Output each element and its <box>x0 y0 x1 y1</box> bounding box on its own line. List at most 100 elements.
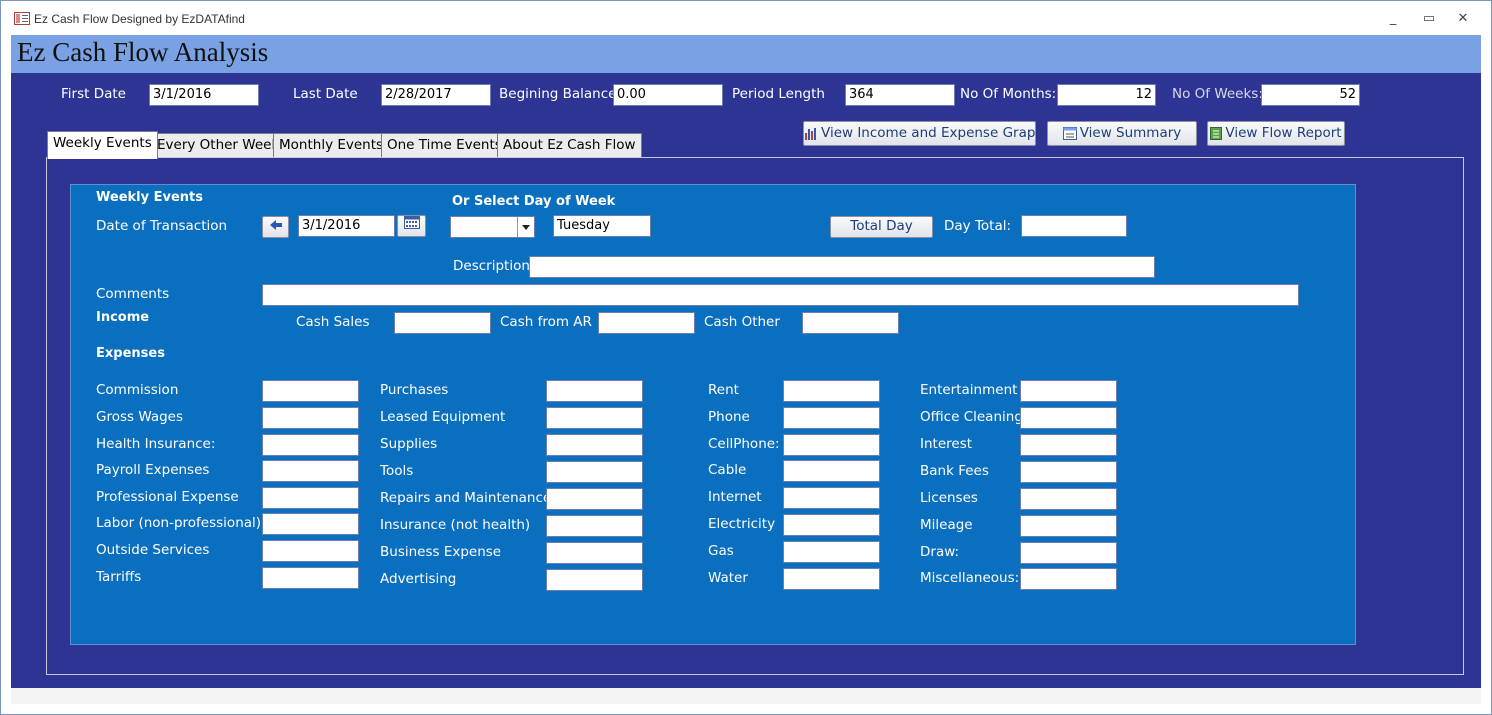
total-day-button[interactable]: Total Day <box>830 216 933 238</box>
expense-field[interactable] <box>262 407 359 429</box>
view-flow-report-button[interactable]: View Flow Report <box>1207 121 1345 146</box>
expense-field[interactable] <box>783 568 880 590</box>
expense-label: Professional Expense <box>96 489 239 505</box>
expense-field[interactable] <box>1020 407 1117 429</box>
last-date-label: Last Date <box>293 86 358 102</box>
first-date-label: First Date <box>61 86 126 102</box>
expense-field[interactable] <box>1020 434 1117 456</box>
report-icon <box>1210 126 1223 140</box>
expense-label: Health Insurance: <box>96 436 216 452</box>
view-flow-report-label: View Flow Report <box>1225 125 1342 141</box>
expense-field[interactable] <box>546 461 643 483</box>
expense-label: Payroll Expenses <box>96 462 210 478</box>
first-date-field[interactable]: 3/1/2016 <box>149 84 259 106</box>
form-icon <box>14 12 30 25</box>
cash-from-ar-field[interactable] <box>598 312 695 334</box>
app-window: Ez Cash Flow Designed by EzDATAfind _ ▭ … <box>0 0 1492 715</box>
expense-field[interactable] <box>262 460 359 482</box>
status-bar <box>11 688 1481 704</box>
weeks-label: No Of Weeks: <box>1172 86 1263 102</box>
expense-field[interactable] <box>1020 568 1117 590</box>
begin-balance-field[interactable]: 0.00 <box>613 84 723 106</box>
expense-field[interactable] <box>783 407 880 429</box>
expense-label: Licenses <box>920 490 978 506</box>
cash-other-label: Cash Other <box>704 314 780 330</box>
expense-label: Repairs and Maintenance <box>380 490 552 506</box>
tab-about[interactable]: About Ez Cash Flow <box>497 133 642 157</box>
weeks-field[interactable]: 52 <box>1261 84 1360 106</box>
expense-field[interactable] <box>783 487 880 509</box>
page-title: Ez Cash Flow Analysis <box>17 37 269 67</box>
view-summary-button[interactable]: View Summary <box>1047 121 1197 146</box>
expense-label: Commission <box>96 382 179 398</box>
expense-field[interactable] <box>1020 488 1117 510</box>
expense-field[interactable] <box>262 513 359 535</box>
transaction-date-field[interactable]: 3/1/2016 <box>298 215 395 237</box>
window-title: Ez Cash Flow Designed by EzDATAfind <box>34 12 245 26</box>
comments-field[interactable] <box>262 284 1299 306</box>
expense-field[interactable] <box>546 542 643 564</box>
day-total-label: Day Total: <box>944 218 1012 234</box>
expense-field[interactable] <box>262 567 359 589</box>
previous-date-button[interactable] <box>262 216 289 238</box>
expense-label: Outside Services <box>96 542 210 558</box>
expense-field[interactable] <box>546 407 643 429</box>
expense-field[interactable] <box>1020 380 1117 402</box>
expense-field[interactable] <box>546 434 643 456</box>
expense-field[interactable] <box>546 515 643 537</box>
view-summary-label: View Summary <box>1079 125 1182 141</box>
expense-field[interactable] <box>783 434 880 456</box>
period-length-label: Period Length <box>732 86 825 102</box>
cash-other-field[interactable] <box>802 312 899 334</box>
expense-field[interactable] <box>783 514 880 536</box>
chevron-down-icon[interactable] <box>517 217 534 237</box>
expense-field[interactable] <box>783 541 880 563</box>
day-name-field[interactable]: Tuesday <box>553 215 651 237</box>
description-field[interactable] <box>529 256 1155 278</box>
expense-field[interactable] <box>546 380 643 402</box>
tab-every-other-week[interactable]: Every Other Week <box>151 133 286 157</box>
expense-label: Interest <box>920 436 973 452</box>
expenses-label: Expenses <box>96 346 165 361</box>
bar-chart-icon <box>805 127 816 140</box>
period-length-field[interactable]: 364 <box>845 84 955 106</box>
calendar-button[interactable] <box>397 215 426 237</box>
expense-label: CellPhone: <box>708 436 780 452</box>
title-bar: Ez Cash Flow Designed by EzDATAfind _ ▭ … <box>1 1 1491 35</box>
expense-field[interactable] <box>546 488 643 510</box>
expense-label: Rent <box>708 382 739 398</box>
expense-field[interactable] <box>1020 542 1117 564</box>
last-date-field[interactable]: 2/28/2017 <box>381 84 491 106</box>
day-total-field[interactable] <box>1021 215 1127 237</box>
view-graph-label: View Income and Expense Graph <box>821 125 1044 141</box>
tab-weekly-events[interactable]: Weekly Events <box>47 131 158 159</box>
view-graph-button[interactable]: View Income and Expense Graph <box>803 121 1044 146</box>
expense-label: Tools <box>380 463 414 479</box>
cash-sales-field[interactable] <box>394 312 491 334</box>
expense-field[interactable] <box>783 460 880 482</box>
expense-label: Cable <box>708 462 747 478</box>
minimize-button[interactable]: _ <box>1382 9 1404 29</box>
expense-label: Tarriffs <box>96 569 142 585</box>
expense-field[interactable] <box>783 380 880 402</box>
expense-label: Business Expense <box>380 544 502 560</box>
expense-label: Labor (non-professional) <box>96 515 262 531</box>
expense-field[interactable] <box>262 380 359 402</box>
tab-one-time-events[interactable]: One Time Events <box>381 133 508 157</box>
expense-field[interactable] <box>1020 515 1117 537</box>
arrow-left-icon <box>269 220 282 230</box>
maximize-button[interactable]: ▭ <box>1418 9 1440 29</box>
tab-monthly-events[interactable]: Monthly Events <box>273 133 390 157</box>
section-title: Weekly Events <box>96 190 203 205</box>
expense-field[interactable] <box>262 540 359 562</box>
close-button[interactable]: ✕ <box>1452 9 1474 29</box>
expense-label: Entertainment <box>920 382 1018 398</box>
expense-label: Office Cleaning <box>920 409 1023 425</box>
months-field[interactable]: 12 <box>1057 84 1156 106</box>
expense-field[interactable] <box>262 434 359 456</box>
cash-from-ar-label: Cash from AR <box>500 314 592 330</box>
expense-field[interactable] <box>1020 461 1117 483</box>
expense-field[interactable] <box>262 487 359 509</box>
expense-field[interactable] <box>546 569 643 591</box>
expense-label: Miscellaneous: <box>920 570 1020 586</box>
